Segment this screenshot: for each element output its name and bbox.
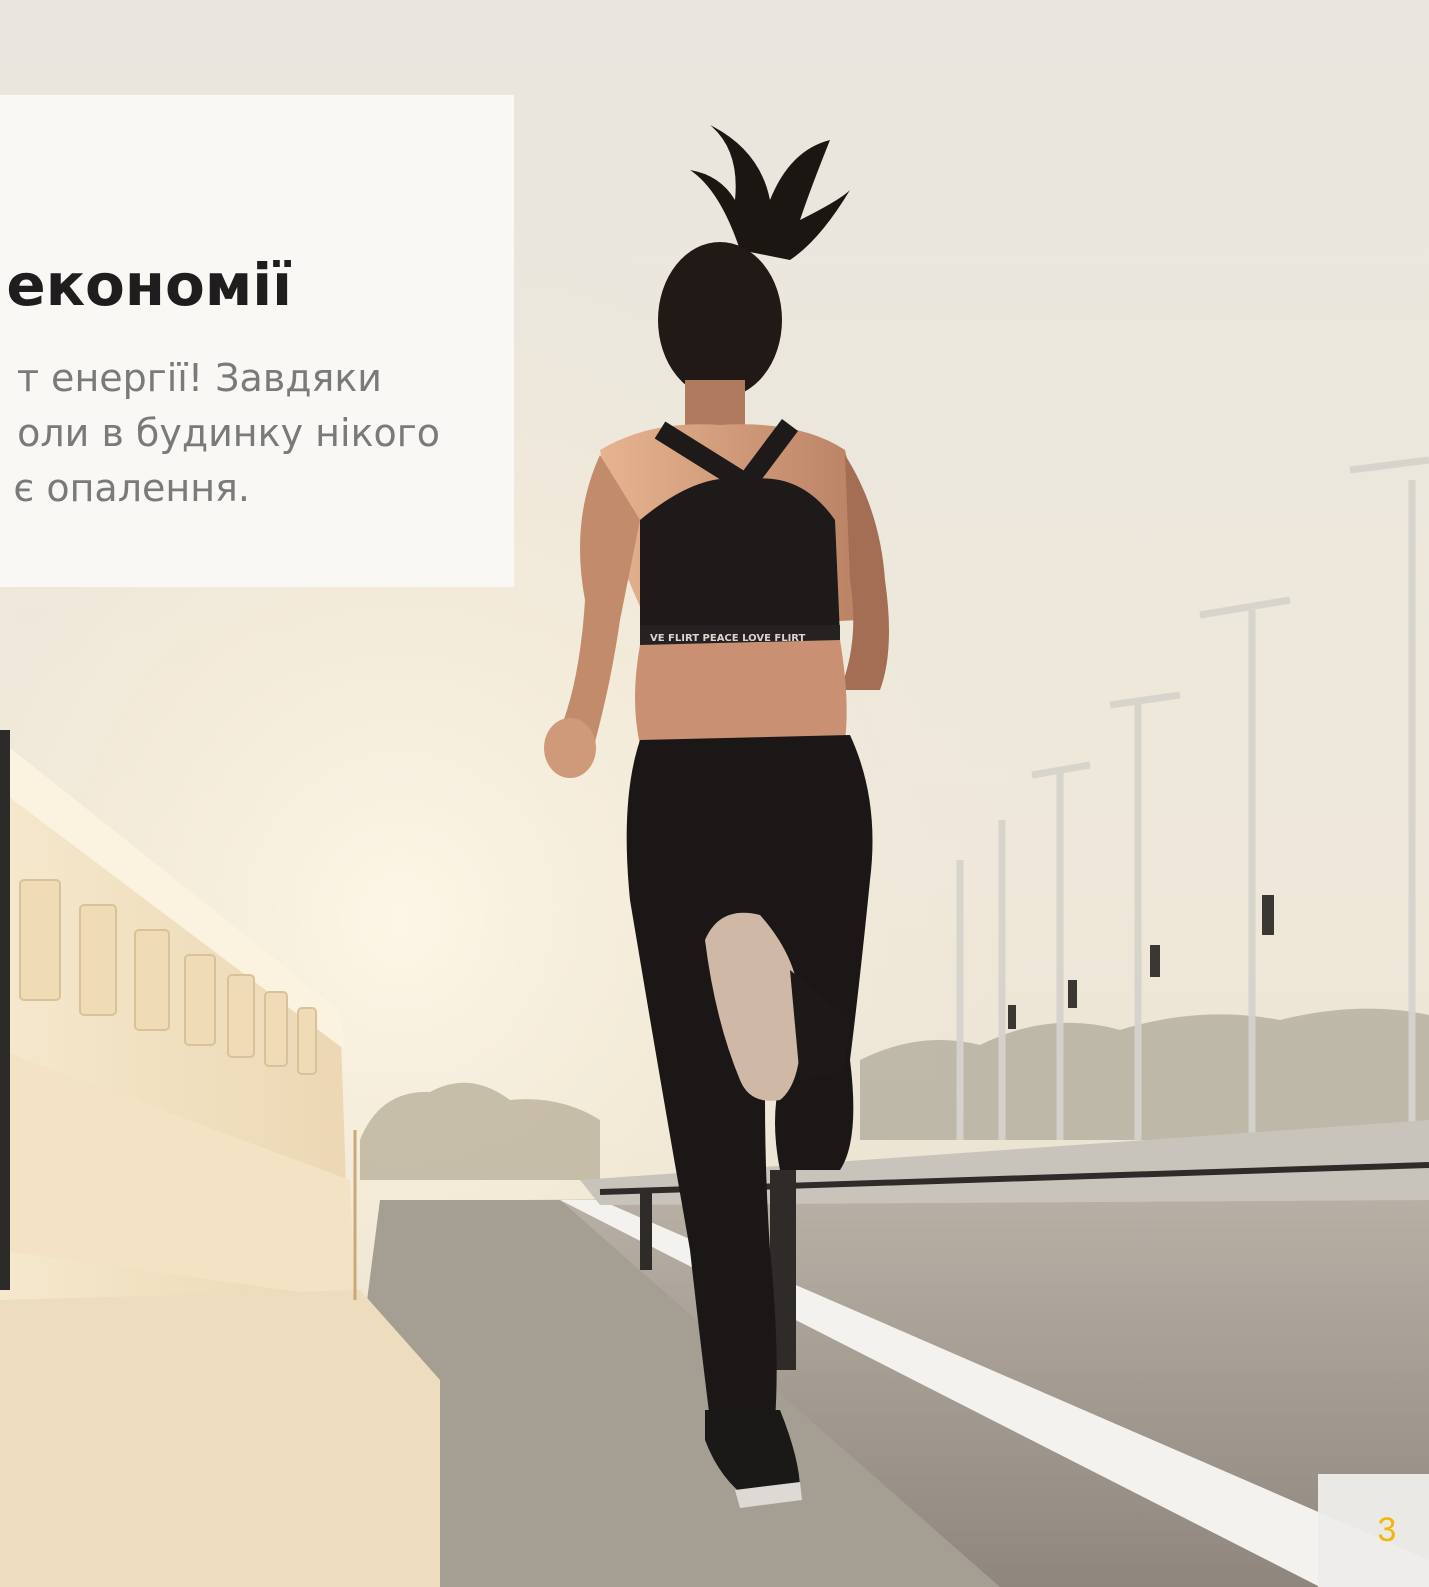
card-body-line: т енергії! Завдяки bbox=[16, 356, 382, 400]
text-card: економії т енергії! Завдяки оли в будинк… bbox=[0, 95, 514, 587]
card-body-line: є опалення. bbox=[13, 466, 250, 510]
brochure-page: VE FLIRT PEACE LOVE FLIRT економії т ене… bbox=[0, 0, 1429, 1587]
card-title: економії bbox=[6, 251, 292, 319]
page-number-box: 3 bbox=[1318, 1474, 1429, 1587]
title-wrap: економії bbox=[0, 245, 292, 325]
card-body-line: оли в будинку нікого bbox=[17, 411, 440, 455]
page-number: 3 bbox=[1377, 1511, 1397, 1549]
card-body: т енергії! Завдяки оли в будинку нікого … bbox=[0, 350, 440, 510]
